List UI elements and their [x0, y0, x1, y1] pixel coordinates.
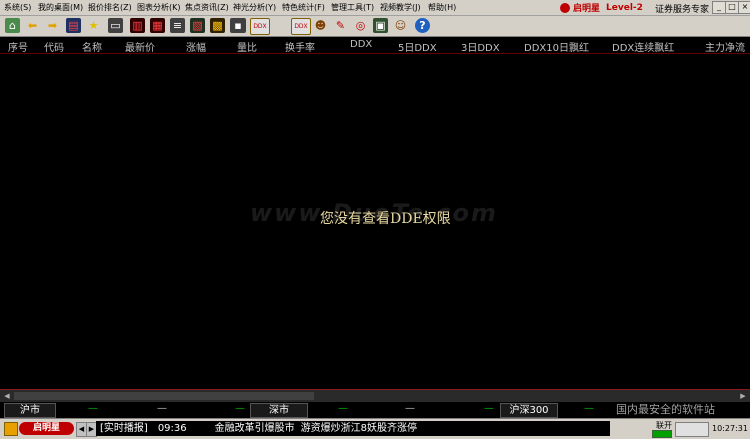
index-hs300-tab[interactable]: 沪深300	[500, 403, 558, 418]
menu-analysis[interactable]: 神光分析(Y)	[233, 2, 276, 13]
bar-chart-icon[interactable]: ▦	[150, 18, 165, 33]
col-volratio[interactable]: 量比	[237, 39, 257, 54]
brand-logo-icon	[560, 2, 570, 13]
status-logo: 启明星	[19, 422, 74, 435]
clock: 10:27:31	[712, 424, 748, 433]
data-grid[interactable]: www.DuoTe.com 您没有查看DDE权限	[0, 54, 750, 388]
forward-arrow-icon[interactable]: ➡	[45, 18, 60, 33]
ticker-label: [实时播报]	[100, 423, 148, 434]
index-sz-value: —	[338, 403, 348, 414]
menu-help[interactable]: 帮助(H)	[428, 2, 456, 13]
index-sh-pct: —	[235, 403, 245, 414]
index-sh-tab[interactable]: 沪市	[4, 403, 56, 418]
index-sz-pct: —	[484, 403, 494, 414]
col-ddx[interactable]: DDX	[350, 39, 372, 50]
portfolio-icon[interactable]: ▣	[373, 18, 388, 33]
ddx-icon[interactable]: ▪	[230, 18, 246, 33]
ddx-icon[interactable]: DDX	[250, 18, 270, 35]
help-icon[interactable]: ?	[415, 18, 430, 33]
close-button[interactable]: ×	[738, 1, 750, 14]
star-icon[interactable]: ★	[86, 18, 101, 33]
maximize-button[interactable]: □	[725, 1, 739, 14]
signal-box	[675, 422, 709, 437]
col-name[interactable]: 名称	[82, 39, 102, 54]
permission-notice: 您没有查看DDE权限	[320, 211, 451, 227]
back-arrow-icon[interactable]: ⬅	[25, 18, 40, 33]
target-icon[interactable]: ◎	[353, 18, 368, 33]
menu-news[interactable]: 焦点资讯(Z)	[185, 2, 229, 13]
monitor-icon[interactable]: ▭	[108, 18, 123, 33]
connection-indicator	[652, 430, 672, 438]
col-ddxcont[interactable]: DDX连续飘红	[612, 39, 674, 54]
ticker-time: 09:36	[157, 423, 187, 434]
menu-video[interactable]: 视频教学(J)	[380, 2, 421, 13]
brand: 启明星 Level-2	[560, 1, 643, 14]
table-icon[interactable]: ▧	[190, 18, 205, 33]
brand-slogan: 证券服务专家	[655, 5, 710, 15]
col-mainflow[interactable]: 主力净流	[705, 39, 745, 54]
chart-icon[interactable]: ▤	[66, 18, 81, 33]
status-bar: 启明星 ◀ ▶ [实时播报] 09:36 金融改革引爆股市 游资爆炒浙江8妖股齐涨停 …	[0, 418, 750, 439]
minimize-button[interactable]: _	[712, 1, 726, 14]
grid-icon[interactable]: ▩	[210, 18, 225, 33]
ticker-headline-1[interactable]: 金融改革引爆股市	[215, 423, 295, 434]
people-icon[interactable]: ☺	[393, 18, 408, 33]
menu-desktop[interactable]: 我的桌面(M)	[38, 2, 83, 13]
site-slogan: 国内最安全的软件站	[616, 403, 715, 416]
col-turnover[interactable]: 换手率	[285, 39, 315, 54]
menu-stats[interactable]: 特色统计(F)	[282, 2, 325, 13]
menu-tools[interactable]: 管理工具(T)	[331, 2, 374, 13]
col-ddx10[interactable]: DDX10日飘红	[524, 39, 589, 54]
user-icon[interactable]: ☻	[313, 18, 328, 33]
folder-icon[interactable]	[4, 422, 18, 436]
home-icon[interactable]: ⌂	[5, 18, 20, 33]
index-sz-change: —	[405, 403, 415, 414]
column-header: 序号 代码 名称 最新价 涨幅 量比 换手率 DDX 5日DDX 3日DDX D…	[0, 37, 750, 54]
menu-system[interactable]: 系统(S)	[4, 2, 31, 13]
col-index[interactable]: 序号	[8, 39, 28, 54]
scroll-thumb[interactable]	[14, 392, 314, 400]
brand-level: Level-2	[606, 2, 643, 13]
ticker-headline-2[interactable]: 游资爆炒浙江8妖股齐涨停	[301, 423, 417, 434]
col-ddx5[interactable]: 5日DDX	[398, 39, 437, 54]
menu-chart[interactable]: 图表分析(K)	[137, 2, 181, 13]
scroll-left-icon[interactable]: ◀	[2, 391, 12, 401]
toolbar: ⌂ ⬅ ➡ ▤ ★ ▭ ▥ ▦ ≡ ▧ ▩ ▪ DDX DDX ☻ ✎ ◎ ▣ …	[0, 16, 750, 37]
pen-icon[interactable]: ✎	[333, 18, 348, 33]
kline-icon[interactable]: ▥	[130, 18, 145, 33]
menu-ranking[interactable]: 报价排名(Z)	[88, 2, 132, 13]
news-ticker[interactable]: [实时播报] 09:36 金融改革引爆股市 游资爆炒浙江8妖股齐涨停	[96, 421, 610, 436]
col-change[interactable]: 涨幅	[186, 39, 206, 54]
list-icon[interactable]: ≡	[170, 18, 185, 33]
menu-bar: 系统(S) 我的桌面(M) 报价排名(Z) 图表分析(K) 焦点资讯(Z) 神光…	[0, 0, 750, 16]
scroll-right-icon[interactable]: ▶	[738, 391, 748, 401]
index-sh-value: —	[88, 403, 98, 414]
index-sz-tab[interactable]: 深市	[250, 403, 308, 418]
brand-name: 启明星	[573, 4, 601, 14]
col-ddx3[interactable]: 3日DDX	[461, 39, 500, 54]
index-hs300-value: —	[584, 403, 594, 414]
col-price[interactable]: 最新价	[125, 39, 155, 54]
index-sh-change: —	[157, 403, 167, 414]
ddx-icon[interactable]: DDX	[291, 18, 311, 35]
col-code[interactable]: 代码	[44, 39, 64, 54]
